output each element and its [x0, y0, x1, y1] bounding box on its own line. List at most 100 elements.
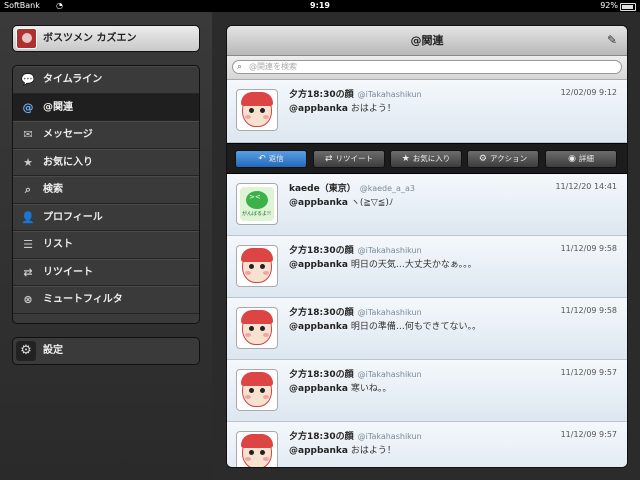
tweet-date: 11/12/09 9:58	[560, 244, 617, 253]
sidebar-item-favorites[interactable]: ★ お気に入り	[13, 148, 199, 176]
tweet-row[interactable]: 夕方18:30の顔 @iTakahashikun 11/12/09 9:58 @a…	[227, 236, 627, 298]
sidebar: ボスツメン カズエン 💬 タイムライン @ @関連 ✉ メッセージ ★ お気に入…	[0, 12, 212, 480]
action-button[interactable]: ⚙ アクション	[467, 150, 539, 168]
reply-label: 返信	[268, 154, 284, 163]
tweet-date: 11/12/09 9:57	[560, 368, 617, 377]
tweet-list: 夕方18:30の顔 @iTakahashikun 12/02/09 9:12 @a…	[227, 80, 627, 467]
tweet-row[interactable]: >< がんばるよ!! kaede（東京） @kaede_a_a3 11/12/20 …	[227, 174, 627, 236]
gear-icon: ⚙	[16, 341, 36, 361]
status-bar: SoftBank ◔ 9:19 92%	[0, 0, 640, 12]
sidebar-item-search[interactable]: ⌕ 検索	[13, 176, 199, 204]
title-bar: @関連 ✎	[227, 26, 627, 56]
tweet-row[interactable]: 夕方18:30の顔 @iTakahashikun 11/12/09 9:58 @a…	[227, 298, 627, 360]
at-icon: @	[22, 100, 34, 114]
sidebar-item-mute-filter[interactable]: ⊗ ミュートフィルタ	[13, 286, 199, 314]
search-bar: ⌕	[227, 56, 627, 80]
mute-icon: ⊗	[23, 293, 33, 306]
retweet-button[interactable]: ⇄ リツイート	[313, 150, 385, 168]
tweet-author: 夕方18:30の顔	[289, 432, 354, 442]
compose-icon[interactable]: ✎	[605, 33, 619, 47]
battery-icon	[620, 3, 636, 11]
sidebar-item-label: プロフィール	[43, 211, 103, 223]
detail-label: 詳細	[578, 154, 594, 163]
detail-button[interactable]: ◉ 詳細	[545, 150, 617, 168]
reply-button[interactable]: ↶ 返信	[235, 150, 307, 168]
tweet-author: kaede（東京）	[289, 184, 356, 194]
account-name: ボスツメン カズエン	[43, 33, 137, 44]
sidebar-item-label: @関連	[43, 101, 73, 113]
sidebar-item-profile[interactable]: 👤 プロフィール	[13, 203, 199, 231]
avatar	[236, 307, 278, 349]
sidebar-item-label: ミュートフィルタ	[43, 294, 123, 305]
tweet-row[interactable]: 夕方18:30の顔 @iTakahashikun 11/12/09 9:57 @a…	[227, 360, 627, 422]
speech-bubble-icon: 💬	[21, 73, 35, 86]
tweet-text: おはよう！	[347, 104, 396, 114]
search-box[interactable]: ⌕	[232, 60, 622, 74]
clock: 9:19	[310, 1, 330, 10]
star-icon: ★	[23, 155, 33, 169]
sidebar-item-lists[interactable]: ☰ リスト	[13, 231, 199, 259]
gear-icon: ⚙	[478, 154, 487, 164]
tweet-handle: @kaede_a_a3	[359, 184, 415, 193]
tweet-mention[interactable]: @appbanka	[289, 104, 348, 114]
sidebar-item-label: お気に入り	[43, 156, 93, 168]
tweet-handle: @iTakahashikun	[357, 246, 422, 255]
envelope-icon: ✉	[23, 128, 33, 141]
tweet-mention[interactable]: @appbanka	[289, 446, 348, 456]
tweet-text: 明日の準備…何もできてない。。	[347, 322, 481, 332]
page-title: @関連	[410, 34, 444, 47]
search-input[interactable]	[249, 61, 609, 73]
tweet-date: 11/12/09 9:58	[560, 306, 617, 315]
settings-button[interactable]: ⚙ 設定	[12, 337, 200, 365]
action-label: アクション	[489, 154, 528, 163]
tweet-mention[interactable]: @appbanka	[289, 384, 348, 394]
retweet-label: リツイート	[335, 154, 374, 163]
sidebar-menu: 💬 タイムライン @ @関連 ✉ メッセージ ★ お気に入り ⌕ 検索 👤 プロ…	[12, 65, 200, 324]
tweet-date: 11/12/09 9:57	[560, 430, 617, 439]
tweet-author: 夕方18:30の顔	[289, 246, 354, 256]
tweet-row[interactable]: 夕方18:30の顔 @iTakahashikun 11/12/09 9:57 @a…	[227, 422, 627, 467]
tweet-handle: @iTakahashikun	[357, 370, 422, 379]
account-button[interactable]: ボスツメン カズエン	[12, 25, 200, 52]
avatar	[236, 89, 278, 131]
sidebar-item-messages[interactable]: ✉ メッセージ	[13, 121, 199, 149]
main-panel: @関連 ✎ ⌕ 夕方18:30の顔@iTakahashikun 12/02/09…	[226, 25, 628, 468]
star-icon: ★	[401, 154, 410, 164]
sidebar-item-retweets[interactable]: ⇄ リツイート	[13, 258, 199, 286]
search-icon: ⌕	[237, 62, 243, 72]
tweet-text: 明日の天気…大丈夫かなぁ。。。	[347, 260, 477, 270]
retweet-icon: ⇄	[324, 154, 333, 164]
favorite-button[interactable]: ★ お気に入り	[390, 150, 462, 168]
sidebar-item-timeline[interactable]: 💬 タイムライン	[13, 66, 199, 94]
tweet-mention[interactable]: @appbanka	[289, 198, 348, 208]
sidebar-item-label: リスト	[43, 239, 73, 250]
tweet-date: 11/12/20 14:41	[555, 182, 617, 191]
tweet-row[interactable]: 夕方18:30の顔 @iTakahashikun 12/02/09 9:12 @a…	[227, 80, 627, 143]
search-icon: ⌕	[24, 183, 32, 196]
settings-label: 設定	[43, 345, 63, 356]
avatar	[236, 245, 278, 287]
tweet-date: 12/02/09 9:12	[560, 88, 617, 97]
sidebar-item-label: メッセージ	[43, 129, 93, 140]
avatar	[236, 431, 278, 467]
reply-arrow-icon: ↶	[258, 154, 266, 164]
tweet-mention[interactable]: @appbanka	[289, 322, 348, 332]
tweet-handle: @iTakahashikun	[357, 308, 422, 317]
battery-label: 92%	[600, 1, 618, 10]
tweet-handle: @iTakahashikun	[357, 90, 422, 99]
tweet-handle: @iTakahashikun	[357, 432, 422, 441]
tweet-author: 夕方18:30の顔	[289, 308, 354, 318]
tweet-mention[interactable]: @appbanka	[289, 260, 348, 270]
tweet-text: 寒いね。。	[347, 384, 392, 394]
tweet-author: 夕方18:30の顔	[289, 370, 354, 380]
avatar: >< がんばるよ!!	[236, 183, 278, 225]
tweet-text: ヽ(≧▽≦)ﾉ	[347, 198, 394, 208]
tweet-text: おはよう！	[347, 446, 396, 456]
avatar	[236, 369, 278, 411]
sidebar-item-label: 検索	[43, 184, 63, 195]
favorite-label: お気に入り	[412, 154, 451, 163]
retweet-icon: ⇄	[23, 265, 33, 279]
avatar	[16, 28, 37, 49]
tweet-action-bar: ↶ 返信 ⇄ リツイート ★ お気に入り ⚙ アクション ◉ 詳細	[227, 143, 627, 174]
sidebar-item-mentions[interactable]: @ @関連	[13, 93, 199, 121]
